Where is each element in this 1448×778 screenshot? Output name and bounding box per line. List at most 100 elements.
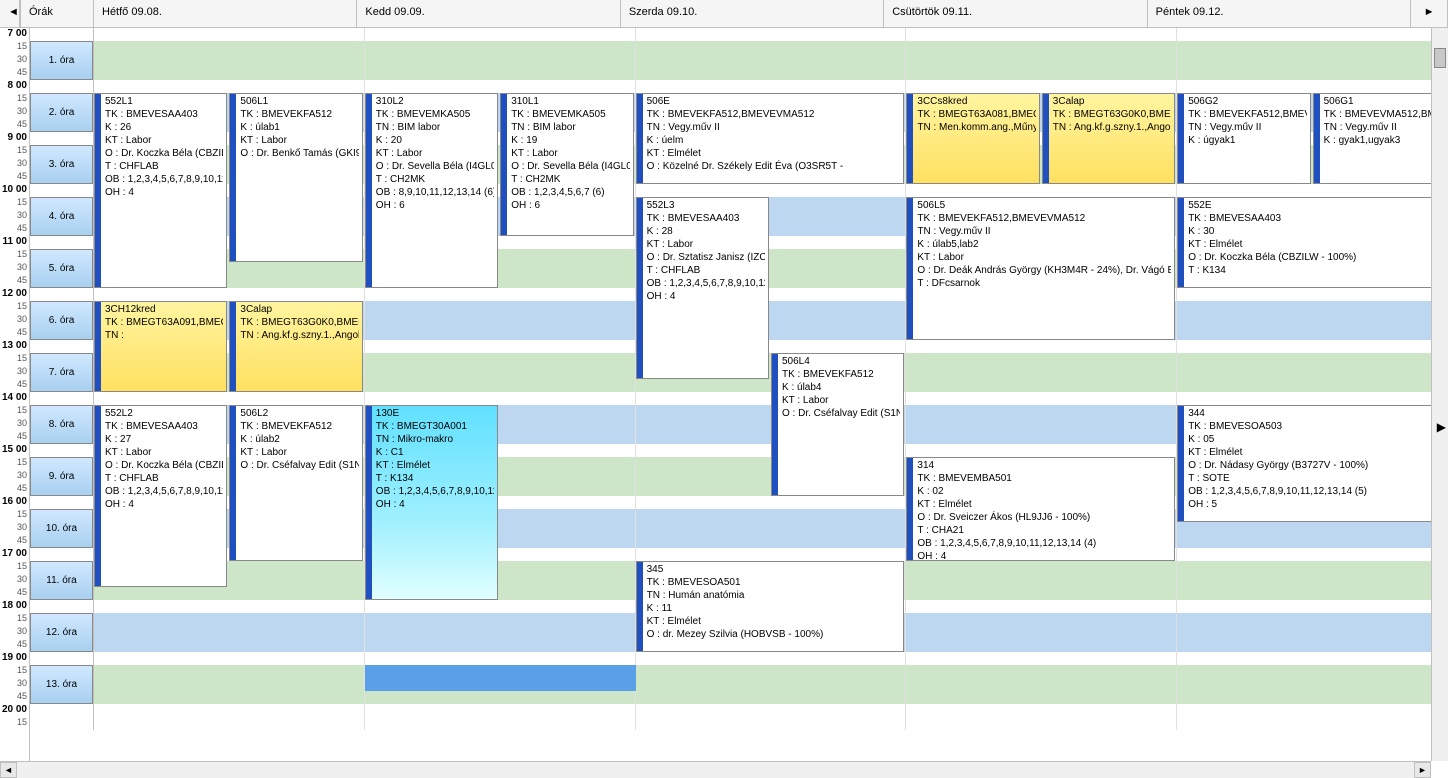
event-block[interactable]: 506L1TK : BMEVEKFA512K : úlab1KT : Labor… (229, 93, 362, 262)
event-content: 3CCs8kredTK : BMEGT63A081,BMEGT63A051TN … (917, 95, 1035, 134)
hours-header: Órák (20, 0, 94, 27)
event-line: K : 30 (1188, 225, 1442, 238)
expand-arrow-icon[interactable]: ▶ (1437, 420, 1446, 434)
event-line: TN : Ang.kf.g.szny.1.,Angol (240, 329, 358, 342)
scroll-right-btn[interactable]: ► (1414, 762, 1431, 778)
event-color-bar (95, 94, 101, 287)
day-header-thu[interactable]: Csütörtök 09.11. (884, 0, 1147, 27)
event-color-bar (907, 458, 913, 560)
period-cell[interactable]: 3. óra (30, 145, 93, 184)
event-line: 506E (647, 95, 901, 108)
day-header-tue[interactable]: Kedd 09.09. (357, 0, 620, 27)
vertical-scrollbar[interactable] (1431, 28, 1448, 761)
event-block[interactable]: 130ETK : BMEGT30A001TN : Mikro-makroK : … (365, 405, 498, 600)
event-content: 310L1TK : BMEVEMKA505TN : BIM laborK : 1… (511, 95, 629, 212)
prev-week-btn[interactable]: ◄ (0, 0, 20, 27)
event-line: K : 02 (917, 485, 1171, 498)
event-block[interactable]: 506L4TK : BMEVEKFA512K : úlab4KT : Labor… (771, 353, 904, 496)
time-slot: 45 (0, 379, 29, 392)
period-cell[interactable]: 5. óra (30, 249, 93, 288)
event-block[interactable]: 506L5TK : BMEVEKFA512,BMEVEVMA512TN : Ve… (906, 197, 1175, 340)
event-line: 310L1 (511, 95, 629, 108)
event-block[interactable]: 344TK : BMEVESOA503K : 05KT : ElméletO :… (1177, 405, 1446, 522)
event-line: TK : BMEGT63G0K0,BMEGT634041 (240, 316, 358, 329)
time-slot: 45 (0, 483, 29, 496)
event-line: KT : Elmélet (1188, 446, 1442, 459)
event-line: TN : (105, 329, 223, 342)
event-line: K : C1 (376, 446, 494, 459)
event-line: KT : Labor (511, 147, 629, 160)
event-line: OB : 1,2,3,4,5,6,7,8,9,10,11,12,13,14 (4… (105, 173, 223, 186)
event-line: OH : 6 (376, 199, 494, 212)
event-line: TK : BMEVESAA403 (105, 108, 223, 121)
time-slot: 14 00 (0, 392, 29, 405)
event-line: TN : Humán anatómia (647, 589, 901, 602)
event-color-bar (907, 198, 913, 339)
event-line: TK : BMEVEKFA512 (782, 368, 900, 381)
event-block[interactable]: 314TK : BMEVEMBA501K : 02KT : ElméletO :… (906, 457, 1175, 561)
scrollbar-thumb[interactable] (1434, 48, 1446, 68)
period-cell[interactable]: 8. óra (30, 405, 93, 444)
event-line: T : K134 (376, 472, 494, 485)
event-line: 506L4 (782, 355, 900, 368)
event-block[interactable]: 506L2TK : BMEVEKFA512K : úlab2KT : Labor… (229, 405, 362, 561)
day-header-wed[interactable]: Szerda 09.10. (621, 0, 884, 27)
period-cell[interactable]: 7. óra (30, 353, 93, 392)
event-content: 506G1TK : BMEVEVMA512,BMEVEKFA512TN : Ve… (1324, 95, 1442, 147)
day-header-mon[interactable]: Hétfő 09.08. (94, 0, 357, 27)
period-cell[interactable]: 11. óra (30, 561, 93, 600)
time-slot: 30 (0, 262, 29, 275)
event-line: TK : BMEVEKFA512 (240, 108, 358, 121)
event-block[interactable]: 3CalapTK : BMEGT63G0K0,BMEGT634041TN : A… (1042, 93, 1175, 184)
event-line: TK : BMEVESOA501 (647, 576, 901, 589)
event-block[interactable]: 3CalapTK : BMEGT63G0K0,BMEGT634041TN : A… (229, 301, 362, 392)
next-week-btn[interactable]: ► (1411, 0, 1448, 27)
event-line: TK : BMEVEMKA505 (511, 108, 629, 121)
event-color-bar (366, 94, 372, 287)
horizontal-scrollbar[interactable]: ◄ ► (0, 761, 1431, 778)
time-slot: 30 (0, 522, 29, 535)
event-block[interactable]: 310L2TK : BMEVEMKA505TN : BIM laborK : 2… (365, 93, 498, 288)
time-slot: 45 (0, 171, 29, 184)
event-block[interactable]: 552L2TK : BMEVESAA403K : 27KT : LaborO :… (94, 405, 227, 587)
event-line: T : CH2MK (376, 173, 494, 186)
event-line: KT : Elmélet (917, 498, 1171, 511)
event-block[interactable]: 345TK : BMEVESOA501TN : Humán anatómiaK … (636, 561, 905, 652)
event-line: T : DFcsarnok (917, 277, 1171, 290)
period-cell[interactable]: 12. óra (30, 613, 93, 652)
period-cell[interactable]: 10. óra (30, 509, 93, 548)
event-line: TK : BMEVEKFA512,BMEVEVMA512 (647, 108, 901, 121)
event-content: 310L2TK : BMEVEMKA505TN : BIM laborK : 2… (376, 95, 494, 212)
event-line: TN : BIM labor (376, 121, 494, 134)
period-cell[interactable]: 6. óra (30, 301, 93, 340)
period-cell[interactable]: 13. óra (30, 665, 93, 704)
event-block[interactable]: 506ETK : BMEVEKFA512,BMEVEVMA512TN : Veg… (636, 93, 905, 184)
scroll-left-btn[interactable]: ◄ (0, 762, 17, 778)
period-cell[interactable]: 9. óra (30, 457, 93, 496)
time-slot: 17 00 (0, 548, 29, 561)
time-slot: 15 (0, 561, 29, 574)
time-slot: 15 (0, 301, 29, 314)
time-slot: 7 00 (0, 28, 29, 41)
grid-area[interactable]: 552L1TK : BMEVESAA403K : 26KT : LaborO :… (94, 28, 1448, 730)
event-line: O : Dr. Cséfalvay Edit (S1ND1S - 9%), Dr… (240, 459, 358, 472)
event-line: K : gyak1,ugyak3 (1324, 134, 1442, 147)
event-color-bar (230, 94, 236, 261)
event-block[interactable]: 552L1TK : BMEVESAA403K : 26KT : LaborO :… (94, 93, 227, 288)
event-line: 506L1 (240, 95, 358, 108)
event-block[interactable]: 506G2TK : BMEVEKFA512,BMEVEVMA512TN : Ve… (1177, 93, 1310, 184)
event-block[interactable]: 3CH12kredTK : BMEGT63A091,BMEGT63A081,BM… (94, 301, 227, 392)
event-block[interactable]: 552L3TK : BMEVESAA403K : 28KT : LaborO :… (636, 197, 769, 379)
event-block[interactable]: 506G1TK : BMEVEVMA512,BMEVEKFA512TN : Ve… (1313, 93, 1446, 184)
period-cell[interactable]: 4. óra (30, 197, 93, 236)
event-block[interactable]: 3CCs8kredTK : BMEGT63A081,BMEGT63A051TN … (906, 93, 1039, 184)
event-block[interactable]: 310L1TK : BMEVEMKA505TN : BIM laborK : 1… (500, 93, 633, 236)
event-line: 3Calap (1053, 95, 1171, 108)
event-line: KT : Labor (647, 238, 765, 251)
period-cell[interactable]: 1. óra (30, 41, 93, 80)
day-header-fri[interactable]: Péntek 09.12. (1148, 0, 1411, 27)
event-block[interactable]: 552ETK : BMEVESAA403K : 30KT : ElméletO … (1177, 197, 1446, 288)
selected-slot[interactable] (365, 665, 636, 691)
event-line: TK : BMEVEMBA501 (917, 472, 1171, 485)
period-cell[interactable]: 2. óra (30, 93, 93, 132)
